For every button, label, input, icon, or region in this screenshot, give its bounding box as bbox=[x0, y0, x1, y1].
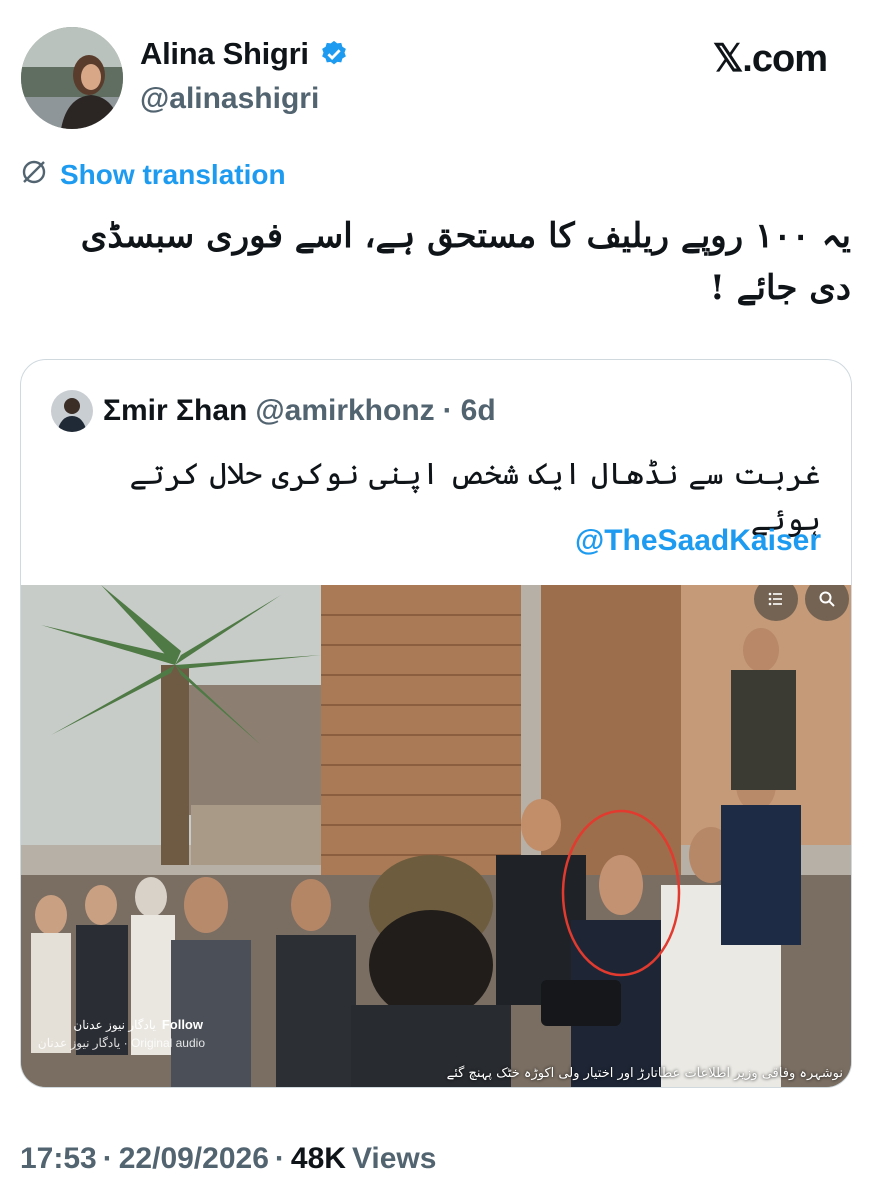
media-follow-button[interactable]: Follow bbox=[162, 1017, 203, 1032]
quoted-media[interactable]: یادگار نیوز عدنان Follow یادگار نیوز عدن… bbox=[21, 585, 851, 1087]
quoted-author-handle[interactable]: @amirkhonz bbox=[255, 394, 434, 428]
media-page-overlay: یادگار نیوز عدنان Follow یادگار نیوز عدن… bbox=[21, 1017, 211, 1050]
search-icon bbox=[818, 590, 836, 608]
author-avatar[interactable] bbox=[21, 27, 123, 129]
tweet-text: یہ ۱۰۰ روپے ریلیف کا مستحق ہے، اسے فوری … bbox=[80, 216, 851, 308]
tweet-date[interactable]: 22/09/2026 bbox=[119, 1142, 269, 1176]
media-page-name[interactable]: یادگار نیوز عدنان bbox=[73, 1018, 155, 1032]
quoted-author-name[interactable]: Σmir Σhan bbox=[103, 394, 247, 428]
video-frame bbox=[21, 585, 851, 1087]
globe-slash-icon bbox=[20, 158, 48, 191]
quoted-separator: · bbox=[442, 394, 453, 427]
tweet-time[interactable]: 17:53 bbox=[20, 1142, 97, 1176]
author-handle[interactable]: @alinashigri bbox=[140, 82, 319, 116]
media-audio-label: یادگار نیوز عدنان · Original audio bbox=[37, 1036, 205, 1050]
quoted-author-avatar[interactable] bbox=[51, 390, 93, 432]
author-name[interactable]: Alina Shigri bbox=[140, 36, 309, 72]
views-label: Views bbox=[351, 1142, 437, 1175]
tweet-meta: 17:53 · 22/09/2026 · 48K Views bbox=[20, 1142, 436, 1176]
list-icon bbox=[767, 590, 785, 608]
views-count[interactable]: 48K bbox=[291, 1142, 346, 1176]
brand-logo: 𝕏.com bbox=[712, 38, 828, 80]
verified-badge-icon bbox=[319, 39, 349, 69]
quoted-age[interactable]: 6d bbox=[461, 394, 496, 428]
meta-separator: · bbox=[102, 1142, 113, 1175]
quoted-mention-link[interactable]: @TheSaadKaiser bbox=[575, 524, 821, 558]
meta-separator: · bbox=[274, 1142, 285, 1175]
media-caption: نوشہرہ وفاقی وزیر اطلاعات عطاتارڑ اور اخ… bbox=[446, 1066, 843, 1081]
quoted-tweet[interactable]: Σmir Σhan @amirkhonz · 6d غربت سے نڈھال … bbox=[20, 359, 852, 1088]
show-translation-link[interactable]: Show translation bbox=[20, 158, 286, 191]
show-translation-label: Show translation bbox=[60, 158, 286, 190]
